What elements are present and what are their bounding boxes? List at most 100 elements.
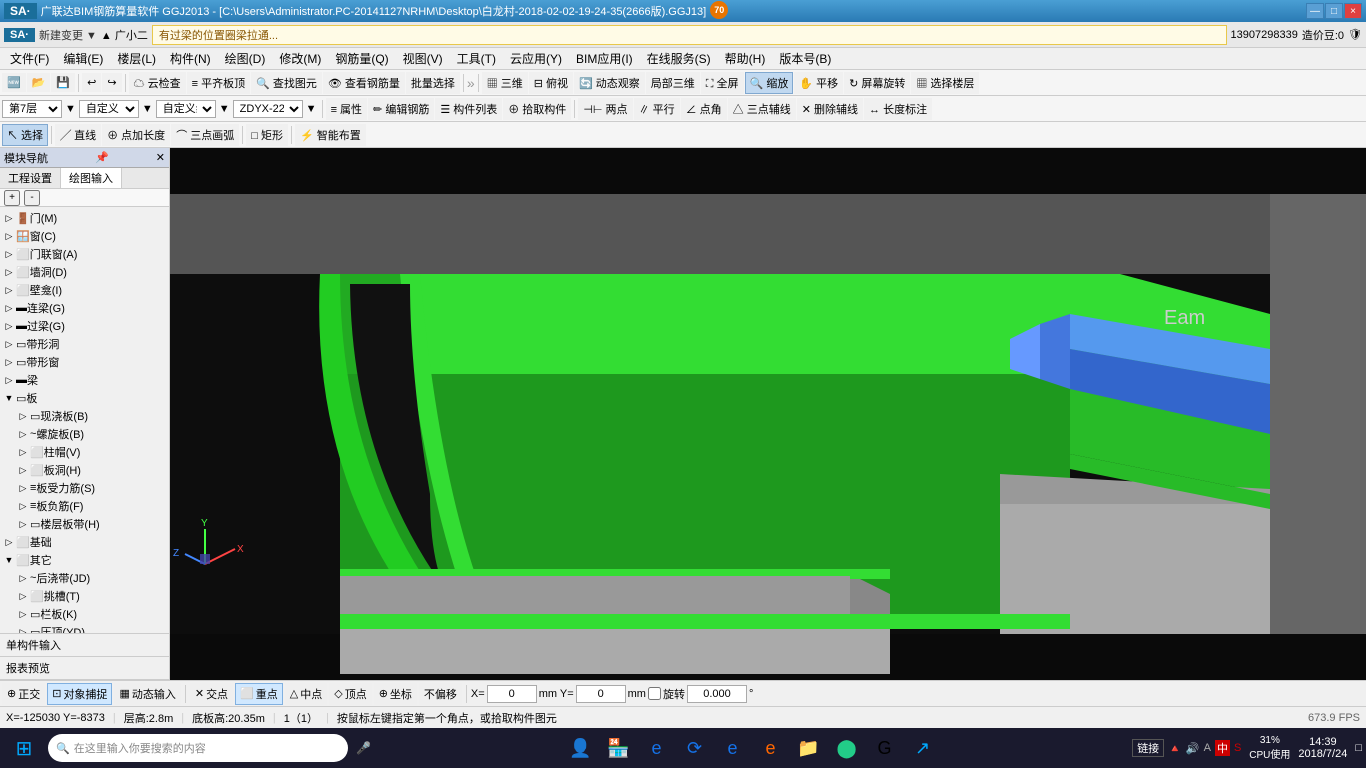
tree-item-band-opening[interactable]: ▷ ▭ 带形洞 [2,335,167,353]
tree-item-column-cap[interactable]: ▷ ⬜ 柱帽(V) [2,443,167,461]
mic-icon-area[interactable]: 🎤 [356,741,371,755]
network-icon[interactable]: 🔺 [1168,742,1182,755]
no-offset-btn[interactable]: 不偏移 [419,683,462,705]
point-angle-btn[interactable]: ∠ 点角 [681,98,727,120]
taskbar-search[interactable]: 🔍 在这里输入你要搜索的内容 [48,734,348,762]
taskbar-edge2-icon[interactable]: ⟳ [680,733,710,763]
tree-item-foundation[interactable]: ▷ ⬜ 基础 [2,533,167,551]
tree-item-cantilever[interactable]: ▷ ⬜ 挑槽(T) [2,587,167,605]
menu-steel[interactable]: 钢筋量(Q) [329,48,394,69]
del-aux-btn[interactable]: ✕ 删除辅线 [797,98,863,120]
two-points-btn[interactable]: ⊣⊢ 两点 [578,98,632,120]
line-type-select[interactable]: 自定义线 [156,100,216,118]
find-elem-btn[interactable]: 🔍 查找图元 [251,72,322,94]
tree-item-coupling-beam[interactable]: ▷ ▬ 连梁(G) [2,299,167,317]
parallel-btn[interactable]: ∥ 平行 [634,98,680,120]
tree-item-over-beam[interactable]: ▷ ▬ 过梁(G) [2,317,167,335]
menu-help[interactable]: 帮助(H) [719,48,772,69]
tree-item-window[interactable]: ▷ 🪟 窗(C) [2,227,167,245]
taskbar-chrome-icon[interactable]: G [870,733,900,763]
menu-tools[interactable]: 工具(T) [451,48,502,69]
tree-item-floor-band[interactable]: ▷ ▭ 楼层板带(H) [2,515,167,533]
tree-item-beam[interactable]: ▷ ▬ 梁 [2,371,167,389]
taskbar-store-icon[interactable]: 🏪 [604,733,634,763]
dynamic-obs-btn[interactable]: 🔄 动态观察 [574,72,645,94]
tree-item-door[interactable]: ▷ 🚪 门(M) [2,209,167,227]
menu-bim[interactable]: BIM应用(I) [570,48,639,69]
notification-icon[interactable]: □ [1355,742,1362,754]
tab-project-settings[interactable]: 工程设置 [0,168,61,188]
tree-item-cast-slab[interactable]: ▷ ▭ 现浇板(B) [2,407,167,425]
taskbar-ie2-icon[interactable]: e [756,733,786,763]
tree-item-slab-neg-rebar[interactable]: ▷ ≡ 板负筋(F) [2,497,167,515]
rotate-checkbox[interactable] [648,687,661,700]
dynamic-input-btn[interactable]: ▦ 动态输入 [114,683,180,705]
ime-icon[interactable]: 中 [1215,740,1230,756]
new-btn[interactable]: 🆕 [2,73,26,92]
batch-select-btn[interactable]: 批量选择 [406,72,460,94]
undo-btn[interactable]: ↩ [82,73,101,92]
menu-file[interactable]: 文件(F) [4,48,55,69]
vertex-btn[interactable]: ◇ 顶点 [329,683,371,705]
x-input[interactable] [487,685,537,703]
zoom-btn[interactable]: 🔍 缩放 [745,72,794,94]
fullscreen-btn[interactable]: ⛶ 全屏 [701,72,744,94]
save-btn[interactable]: 💾 [51,73,75,92]
taskbar-app1-icon[interactable]: ⬤ [832,733,862,763]
menu-version[interactable]: 版本号(B) [773,48,837,69]
tree-item-parapet[interactable]: ▷ ▭ 栏板(K) [2,605,167,623]
notification-badge[interactable]: 70 [710,1,728,19]
tree-item-slab-rebar[interactable]: ▷ ≡ 板受力筋(S) [2,479,167,497]
select-btn[interactable]: ↖ 选择 [2,124,48,146]
intersection-btn[interactable]: ✕ 交点 [190,683,233,705]
property-btn[interactable]: ≡ 属性 [326,98,367,120]
floor-select[interactable]: 第7层 [2,100,62,118]
minimize-button[interactable]: — [1306,3,1324,19]
three-arc-btn[interactable]: ⌒ 三点画弧 [171,124,239,146]
component-list-btn[interactable]: ☰ 构件列表 [435,98,502,120]
menu-component[interactable]: 构件(N) [164,48,217,69]
dim-btn[interactable]: ↔ 长度标注 [864,98,932,120]
tree-item-others[interactable]: ▼ ⬜ 其它 [2,551,167,569]
line-btn[interactable]: ╱ 直线 [55,124,101,146]
menu-draw[interactable]: 绘图(D) [219,48,272,69]
open-btn[interactable]: 📂 [27,73,51,92]
pan-btn[interactable]: ✋ 平移 [794,72,843,94]
midpoint-btn[interactable]: △ 中点 [285,683,327,705]
sidebar-close-icon[interactable]: ✕ [156,151,165,164]
local-3d-btn[interactable]: 局部三维 [646,72,700,94]
tree-item-band-window[interactable]: ▷ ▭ 带形窗 [2,353,167,371]
smart-place-btn[interactable]: ⚡ 智能布置 [295,124,366,146]
menu-modify[interactable]: 修改(M) [273,48,327,69]
taskbar-edge-icon[interactable]: e [642,733,672,763]
point-length-btn[interactable]: ⊕ 点加长度 [102,124,170,146]
top-view-btn[interactable]: ⊟ 俯视 [529,72,573,94]
edit-steel-btn[interactable]: ✏ 编辑钢筋 [368,98,434,120]
menu-cloud[interactable]: 云应用(Y) [504,48,568,69]
start-button[interactable]: ⊞ [4,730,44,766]
more-btn[interactable]: » [467,75,475,91]
taskbar-ie-icon[interactable]: e [718,733,748,763]
tree-item-slab[interactable]: ▼ ▭ 板 [2,389,167,407]
screen-rotate-btn[interactable]: ↻ 屏幕旋转 [844,72,910,94]
close-button[interactable]: × [1344,3,1362,19]
pick-component-btn[interactable]: ⊕ 拾取构件 [503,98,571,120]
sidebar-pin-icon[interactable]: 📌 [95,151,109,164]
menu-view[interactable]: 视图(V) [397,48,449,69]
add-icon[interactable]: + [4,190,20,206]
keyboard-icon[interactable]: A [1204,742,1211,754]
tree-item-niche[interactable]: ▷ ⬜ 壁龛(I) [2,281,167,299]
endpoint-btn[interactable]: ⬜ 重点 [235,683,283,705]
taskbar-app2-icon[interactable]: ↗ [908,733,938,763]
redo-btn[interactable]: ↪ [102,73,121,92]
object-snap-btn[interactable]: ⊡ 对象捕捉 [47,683,112,705]
maximize-button[interactable]: □ [1325,3,1343,19]
code-select[interactable]: ZDYX-22 [233,100,303,118]
ortho-btn[interactable]: ⊕ 正交 [2,683,45,705]
tree-item-postpour[interactable]: ▷ ~ 后浇带(JD) [2,569,167,587]
minus-icon[interactable]: - [24,190,40,206]
rect-btn[interactable]: □ 矩形 [246,124,288,146]
tree-item-slab-opening[interactable]: ▷ ⬜ 板洞(H) [2,461,167,479]
clock-display[interactable]: 14:39 2018/7/24 [1298,736,1347,760]
level-top-btn[interactable]: ≡ 平齐板顶 [187,72,250,94]
